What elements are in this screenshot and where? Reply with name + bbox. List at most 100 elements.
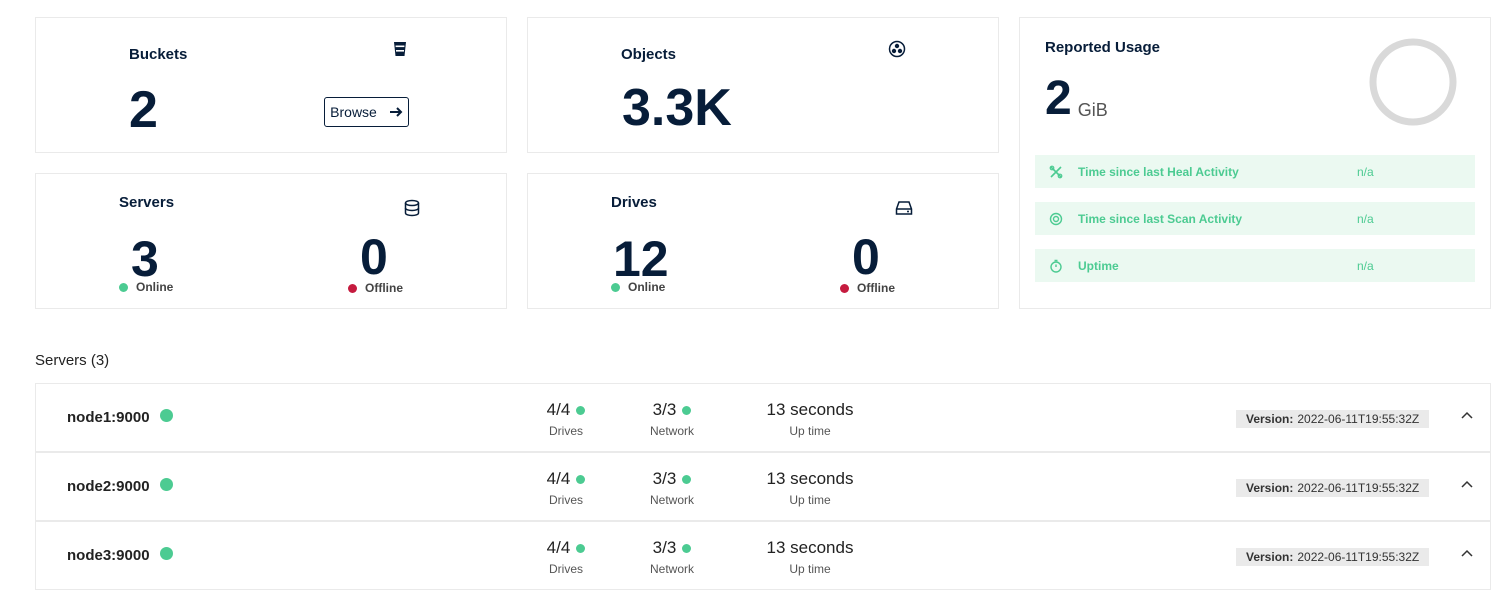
drives-label: Drives — [548, 562, 583, 576]
usage-value: 2 GiB — [1045, 75, 1108, 123]
server-status-dot — [159, 409, 173, 422]
version-badge: Version: 2022-06-11T19:55:32Z — [1236, 410, 1430, 428]
network-metric: 3/3 Network — [637, 400, 707, 438]
objects-count: 3.3K — [622, 79, 732, 137]
drives-offline-label: Offline — [857, 281, 895, 295]
version-value: 2022-06-11T19:55:32Z — [1297, 550, 1420, 564]
drives-label: Drives — [548, 424, 583, 438]
uptime-metric: 13 seconds Up time — [750, 469, 870, 507]
uptime-metric-label: Up time — [789, 562, 831, 576]
version-badge: Version: 2022-06-11T19:55:32Z — [1236, 548, 1430, 566]
arrow-right-icon — [389, 107, 403, 117]
server-row[interactable]: node3:9000 4/4 Drives 3/3 Network 13 sec… — [35, 521, 1491, 590]
server-row[interactable]: node1:9000 4/4 Drives 3/3 Network 13 sec… — [35, 383, 1491, 452]
server-name: node3:9000 — [67, 547, 173, 564]
online-dot — [119, 282, 128, 292]
heal-activity-row: Time since last Heal Activity n/a — [1035, 155, 1475, 188]
servers-offline-status: Offline — [348, 281, 403, 295]
drives-value: 4/4 — [546, 469, 571, 488]
uptime-metric-label: Up time — [789, 493, 831, 507]
drives-metric: 4/4 Drives — [536, 538, 596, 576]
browse-label: Browse — [330, 104, 377, 120]
server-name-label: node2:9000 — [67, 478, 150, 495]
usage-title: Reported Usage — [1045, 39, 1161, 56]
drives-metric: 4/4 Drives — [536, 400, 596, 438]
objects-title: Objects — [621, 46, 677, 63]
version-badge: Version: 2022-06-11T19:55:32Z — [1236, 479, 1430, 497]
chevron-up-icon[interactable] — [1459, 546, 1475, 562]
drives-online-count: 12 — [613, 231, 669, 287]
network-metric: 3/3 Network — [637, 469, 707, 507]
scan-activity-label: Time since last Scan Activity — [1078, 211, 1243, 226]
usage-donut-chart — [1369, 38, 1457, 126]
drives-offline-status: Offline — [840, 281, 895, 295]
network-label: Network — [649, 493, 694, 507]
chevron-up-icon[interactable] — [1459, 477, 1475, 493]
drives-value: 4/4 — [546, 538, 571, 557]
uptime-metric-value: 13 seconds — [766, 538, 854, 557]
drives-status-dot — [576, 543, 586, 553]
scan-activity-value: n/a — [1357, 211, 1374, 226]
buckets-count: 2 — [129, 81, 158, 139]
server-status-dot — [159, 478, 173, 491]
network-value: 3/3 — [652, 538, 677, 557]
network-metric: 3/3 Network — [637, 538, 707, 576]
uptime-metric: 13 seconds Up time — [750, 538, 870, 576]
bucket-icon — [394, 42, 406, 56]
server-name-label: node3:9000 — [67, 547, 150, 564]
version-value: 2022-06-11T19:55:32Z — [1297, 412, 1420, 426]
servers-card: Servers 3 Online 0 Offline — [35, 173, 507, 309]
drives-offline-count: 0 — [852, 229, 880, 285]
uptime-metric: 13 seconds Up time — [750, 400, 870, 438]
stopwatch-icon — [1050, 259, 1062, 273]
network-status-dot — [682, 405, 692, 415]
uptime-metric-value: 13 seconds — [766, 400, 854, 419]
server-name-label: node1:9000 — [67, 409, 150, 426]
network-label: Network — [649, 424, 694, 438]
drives-metric: 4/4 Drives — [536, 469, 596, 507]
heal-icon — [1049, 165, 1063, 178]
version-label: Version: — [1246, 550, 1294, 564]
server-row[interactable]: node2:9000 4/4 Drives 3/3 Network 13 sec… — [35, 452, 1491, 521]
chevron-up-icon[interactable] — [1459, 408, 1475, 424]
version-value: 2022-06-11T19:55:32Z — [1297, 481, 1420, 495]
scan-icon — [1049, 212, 1063, 225]
server-name: node2:9000 — [67, 478, 173, 495]
uptime-label: Uptime — [1078, 258, 1119, 273]
network-label: Network — [649, 562, 694, 576]
objects-icon — [888, 40, 906, 58]
network-value: 3/3 — [652, 469, 677, 488]
drives-value: 4/4 — [546, 400, 571, 419]
uptime-metric-value: 13 seconds — [766, 469, 854, 488]
server-status-dot — [159, 547, 173, 560]
online-dot — [611, 282, 620, 292]
servers-online-label: Online — [136, 280, 174, 294]
hard-drive-icon — [895, 201, 913, 215]
reported-usage-card: Reported Usage 2 GiB Time since last Hea… — [1019, 17, 1491, 309]
drives-card: Drives 12 Online 0 Offline — [527, 173, 999, 309]
objects-card: Objects 3.3K — [527, 17, 999, 153]
servers-online-count: 3 — [131, 231, 159, 287]
usage-unit: GiB — [1077, 100, 1108, 120]
heal-activity-label: Time since last Heal Activity — [1078, 164, 1239, 179]
servers-online-status: Online — [119, 280, 173, 294]
version-label: Version: — [1246, 412, 1294, 426]
drives-online-label: Online — [628, 280, 666, 294]
offline-dot — [840, 283, 849, 293]
servers-offline-label: Offline — [365, 281, 403, 295]
heal-activity-value: n/a — [1357, 164, 1374, 179]
version-label: Version: — [1246, 481, 1294, 495]
drives-label: Drives — [548, 493, 583, 507]
offline-dot — [348, 283, 357, 293]
uptime-value: n/a — [1357, 258, 1374, 273]
browse-button[interactable]: Browse — [324, 97, 409, 127]
network-status-dot — [682, 474, 692, 484]
network-value: 3/3 — [652, 400, 677, 419]
drives-status-dot — [576, 405, 586, 415]
server-name: node1:9000 — [67, 409, 173, 426]
scan-activity-row: Time since last Scan Activity n/a — [1035, 202, 1475, 235]
servers-section-title: Servers (3) — [35, 352, 110, 369]
buckets-card: Buckets 2 Browse — [35, 17, 507, 153]
drives-online-status: Online — [611, 280, 665, 294]
uptime-row: Uptime n/a — [1035, 249, 1475, 282]
